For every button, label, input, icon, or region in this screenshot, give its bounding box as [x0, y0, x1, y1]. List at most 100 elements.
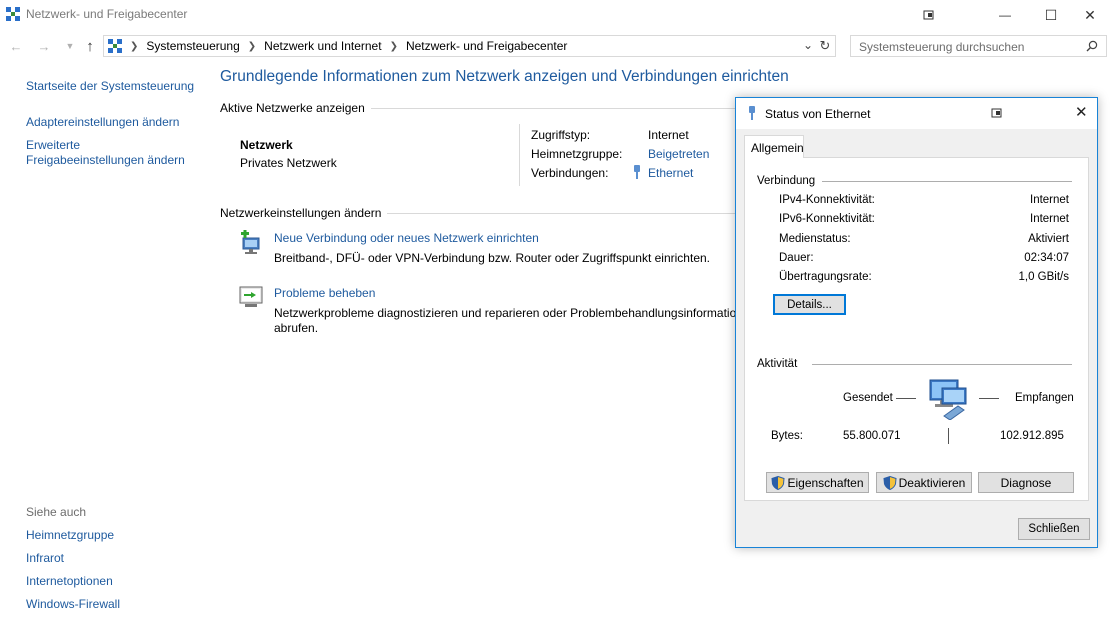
new-connection-icon [241, 230, 260, 254]
search-placeholder: Systemsteuerung durchsuchen [859, 40, 1025, 54]
group-divider [822, 181, 1072, 182]
activity-group-label: Aktivität [757, 358, 798, 370]
up-button[interactable]: ↑ [80, 36, 100, 56]
refresh-button[interactable]: ↻ [816, 37, 834, 55]
ipv6-value: Internet [1030, 213, 1069, 225]
network-divider [519, 124, 520, 186]
ipv4-row: IPv4-Konnektivität: Internet [779, 194, 1069, 206]
disable-button-label: Deaktivieren [898, 475, 966, 490]
troubleshoot-description: Netzwerkprobleme diagnostizieren und rep… [274, 306, 735, 322]
properties-button-label: Eigenschaften [787, 475, 864, 490]
disable-button[interactable]: Deaktivieren [876, 472, 972, 493]
chevron-down-icon: ▼ [65, 41, 75, 51]
dialog-title: Status von Ethernet [765, 107, 871, 121]
refresh-icon: ↻ [819, 38, 831, 53]
ipv6-row: IPv6-Konnektivität: Internet [779, 213, 1069, 225]
troubleshoot-description-line-1: Netzwerkprobleme diagnostizieren und rep… [274, 306, 735, 320]
title-bar: Netzwerk- und Freigabecenter — ☐ ✕ [0, 0, 1113, 30]
media-status-value: Aktiviert [1028, 233, 1069, 245]
ethernet-connection-link[interactable]: Ethernet [648, 166, 693, 180]
see-also-infrared[interactable]: Infrarot [26, 551, 64, 565]
change-settings-heading: Netzwerkeinstellungen ändern [220, 206, 388, 220]
uac-shield-icon [883, 475, 897, 490]
search-input[interactable]: Systemsteuerung durchsuchen [850, 35, 1107, 57]
network-center-icon [6, 7, 20, 21]
group-divider [812, 364, 1072, 365]
address-bar[interactable]: ❯ Systemsteuerung ❯ Netzwerk und Interne… [103, 35, 836, 57]
sent-label: Gesendet [843, 392, 893, 404]
speed-label: Übertragungsrate: [779, 271, 872, 283]
ethernet-icon [749, 106, 755, 120]
breadcrumb-control-panel[interactable]: Systemsteuerung [146, 39, 239, 53]
ipv4-label: IPv4-Konnektivität: [779, 194, 875, 206]
nav-link-adapter-settings[interactable]: Adaptereinstellungen ändern [26, 115, 179, 129]
uac-shield-icon [771, 475, 786, 490]
snap-icon [923, 10, 934, 20]
back-button[interactable]: ← [6, 36, 26, 56]
close-window-button[interactable]: ✕ [1067, 0, 1113, 30]
connections-label: Verbindungen: [531, 166, 609, 180]
network-type: Privates Netzwerk [240, 156, 337, 170]
ipv6-label: IPv6-Konnektivität: [779, 213, 875, 225]
duration-label: Dauer: [779, 252, 814, 264]
general-panel: Verbindung IPv4-Konnektivität: Internet I… [744, 157, 1089, 501]
connection-group-label: Verbindung [757, 175, 816, 187]
troubleshoot-icon [239, 286, 263, 307]
homegroup-link[interactable]: Beigetreten [648, 147, 709, 161]
nav-link-advanced-sharing[interactable]: Erweiterte Freigabeeinstellungen ändern [26, 138, 196, 168]
navigation-bar: ← → ▼ ↑ ❯ Systemsteuerung ❯ Netzwerk und… [0, 34, 1113, 58]
snap-icon[interactable] [991, 107, 1003, 119]
bytes-received-value: 102.912.895 [1000, 430, 1064, 442]
breadcrumb-network-internet[interactable]: Netzwerk und Internet [264, 39, 381, 53]
maximize-icon: ☐ [1044, 6, 1058, 23]
sent-line [896, 398, 916, 399]
received-line [979, 398, 999, 399]
search-icon [1086, 40, 1098, 52]
close-dialog-button[interactable]: Schließen [1018, 518, 1090, 540]
see-also-windows-firewall[interactable]: Windows-Firewall [26, 597, 120, 611]
bytes-sent-value: 55.800.071 [843, 430, 901, 442]
ethernet-icon [634, 165, 640, 179]
new-connection-description: Breitband-, DFÜ- oder VPN-Verbindung bzw… [274, 251, 710, 265]
breadcrumb-separator-icon: ❯ [389, 40, 398, 52]
media-status-row: Medienstatus: Aktiviert [779, 233, 1069, 245]
tab-general[interactable]: Allgemein [744, 135, 804, 158]
minimize-button[interactable]: — [982, 0, 1028, 30]
control-panel-icon [108, 39, 122, 53]
network-activity-icon [929, 379, 967, 420]
received-label: Empfangen [1015, 392, 1074, 404]
see-also-internet-options[interactable]: Internetoptionen [26, 574, 113, 588]
close-icon: ✕ [1084, 6, 1096, 23]
properties-button[interactable]: Eigenschaften [766, 472, 869, 493]
troubleshoot-description-line-2: abrufen. [274, 321, 319, 335]
active-networks-heading: Aktive Netzwerke anzeigen [220, 101, 371, 115]
see-also-heading: Siehe auch [26, 505, 87, 519]
bytes-divider [948, 428, 949, 444]
breadcrumb-separator-icon: ❯ [130, 40, 139, 52]
diagnose-button[interactable]: Diagnose [978, 472, 1074, 493]
breadcrumb-network-center[interactable]: Netzwerk- und Freigabecenter [406, 39, 567, 53]
access-type-label: Zugriffstyp: [531, 128, 591, 142]
duration-value: 02:34:07 [1024, 252, 1069, 264]
recent-locations-button[interactable]: ▼ [60, 36, 80, 56]
details-button[interactable]: Details... [773, 294, 846, 315]
minimize-icon: — [999, 8, 1011, 22]
media-status-label: Medienstatus: [779, 233, 851, 245]
back-arrow-icon: ← [9, 38, 23, 54]
ipv4-value: Internet [1030, 194, 1069, 206]
access-type-value: Internet [648, 128, 689, 142]
duration-row: Dauer: 02:34:07 [779, 252, 1069, 264]
forward-button[interactable]: → [34, 36, 54, 56]
bytes-label: Bytes: [771, 430, 803, 442]
ethernet-status-dialog: Status von Ethernet ✕ Allgemein Verbindu… [735, 97, 1098, 548]
dialog-title-bar: Status von Ethernet ✕ [736, 98, 1097, 129]
restore-snap-button[interactable] [906, 0, 952, 30]
address-dropdown-icon[interactable]: ⌄ [803, 38, 813, 52]
dialog-close-icon[interactable]: ✕ [1075, 103, 1088, 121]
troubleshoot-link[interactable]: Probleme beheben [274, 286, 375, 300]
see-also-homegroup[interactable]: Heimnetzgruppe [26, 528, 114, 542]
speed-value: 1,0 GBit/s [1018, 271, 1070, 283]
speed-row: Übertragungsrate: 1,0 GBit/s [779, 271, 1069, 283]
nav-link-control-panel-home[interactable]: Startseite der Systemsteuerung [26, 79, 194, 93]
new-connection-link[interactable]: Neue Verbindung oder neues Netzwerk einr… [274, 231, 539, 245]
